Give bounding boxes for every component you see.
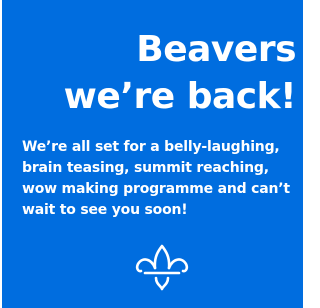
scout-fleur-de-lis-icon xyxy=(135,244,189,291)
headline-line-1: Beavers xyxy=(136,29,296,70)
headline-line-2: we’re back! xyxy=(63,76,297,117)
announcement-card: Beavers we’re back! We’re all set for a … xyxy=(2,0,303,308)
headline: Beavers we’re back! xyxy=(63,26,297,120)
announcement-body: We’re all set for a belly-laughing, brai… xyxy=(22,139,290,218)
